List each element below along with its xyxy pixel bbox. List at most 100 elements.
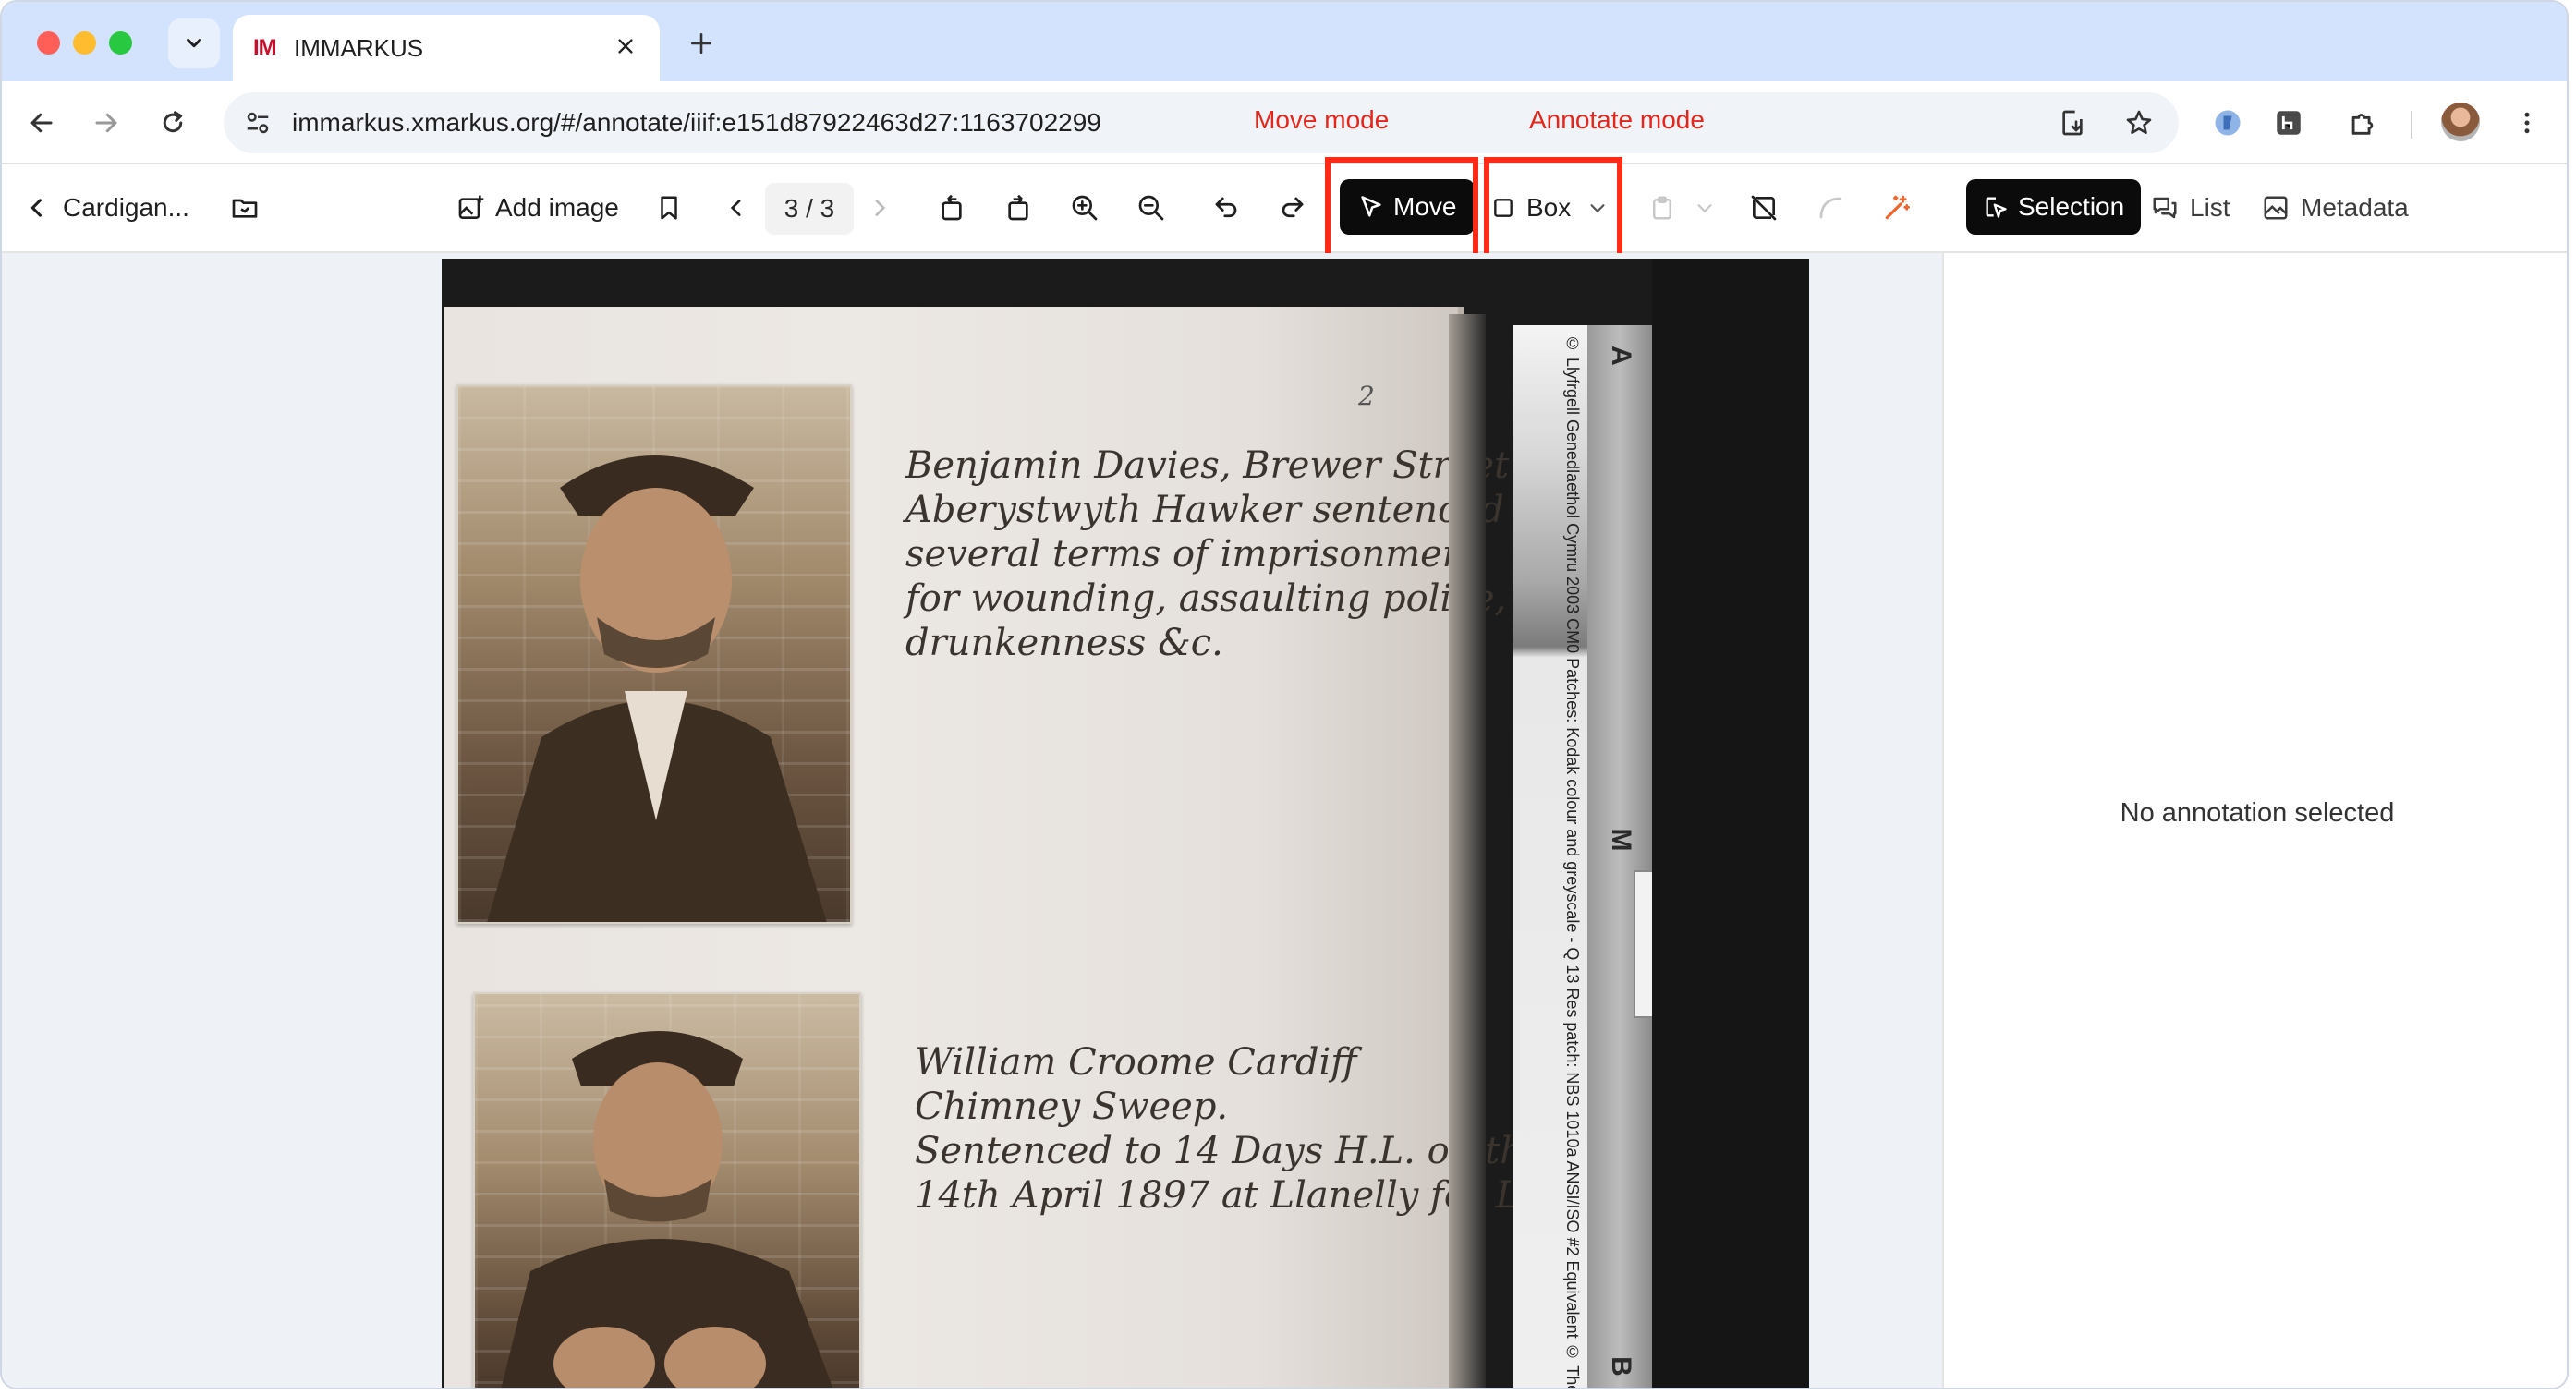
tab-title: IMMARKUS — [294, 33, 424, 62]
close-window-button[interactable] — [37, 31, 60, 55]
selection-tab[interactable]: Selection — [1966, 179, 2142, 235]
paste-dropdown[interactable] — [1682, 185, 1728, 231]
back-to-folder-button[interactable]: Cardigan... — [24, 185, 189, 231]
tab-strip: IM IMMARKUS — [2, 2, 2567, 81]
install-icon — [2062, 110, 2083, 136]
puzzle-icon — [2351, 114, 2374, 135]
redo-button[interactable] — [1270, 185, 1316, 231]
chevron-right-icon — [875, 200, 886, 216]
toolbar-divider — [2411, 111, 2412, 139]
back-button[interactable] — [17, 98, 67, 148]
profile-avatar[interactable] — [2441, 103, 2480, 141]
ledger-page: 2 Benjamin Davies, Brewer Aberystwyth Ha… — [444, 307, 1647, 1388]
add-image-button[interactable]: Add image — [456, 185, 619, 231]
previous-image-button[interactable] — [713, 185, 759, 231]
favicon: IM — [253, 35, 277, 60]
page-edge-shadow — [1449, 314, 1486, 1388]
browser-window: IM IMMARKUS immarkus.xmarkus.org/#/annot… — [0, 0, 2569, 1389]
close-tab-button[interactable] — [612, 32, 639, 64]
minimize-window-button[interactable] — [73, 31, 96, 55]
scan-background — [1652, 259, 1809, 1388]
plus-icon — [690, 32, 712, 55]
connector-tool-button[interactable] — [1807, 185, 1853, 231]
annotation-panel: No annotation selected — [1942, 253, 2567, 1388]
mugshot-photo-1 — [456, 384, 852, 924]
close-icon — [618, 39, 633, 54]
chevron-left-icon — [730, 200, 741, 216]
magic-wand-icon — [1885, 195, 1910, 220]
redo-icon — [1282, 197, 1304, 218]
add-image-label: Add image — [495, 193, 619, 222]
bookmark-star-button[interactable] — [2116, 100, 2162, 146]
curve-icon — [1819, 197, 1841, 219]
url-text[interactable]: immarkus.xmarkus.org/#/annotate/iiif:e15… — [292, 108, 1101, 138]
chevron-down-icon — [187, 38, 201, 48]
extensions-menu-button[interactable] — [2338, 98, 2388, 148]
measurement-ruler: A M B — [1587, 325, 1652, 1388]
new-tab-button[interactable] — [678, 20, 724, 67]
arrow-right-icon — [95, 113, 117, 133]
page-number: 2 — [1358, 381, 1375, 411]
portrait-figure-1 — [487, 455, 827, 922]
folder-button[interactable] — [222, 185, 268, 231]
extension-h-icon — [2277, 111, 2301, 135]
shape-off-icon — [1751, 195, 1777, 221]
extension-shield-icon — [2215, 110, 2241, 136]
zoom-in-icon — [1072, 195, 1098, 221]
list-tab[interactable]: List — [2151, 185, 2230, 231]
rotate-counterclockwise-button[interactable] — [929, 185, 975, 231]
reload-icon — [163, 111, 183, 133]
list-tab-label: List — [2190, 193, 2230, 222]
maximize-window-button[interactable] — [109, 31, 132, 55]
forward-button[interactable] — [81, 98, 131, 148]
site-info-button[interactable] — [229, 92, 286, 153]
bookmark-icon — [661, 196, 677, 220]
undo-icon — [1215, 197, 1237, 218]
metadata-tab[interactable]: Metadata — [2262, 185, 2409, 231]
bookmark-button[interactable] — [646, 185, 692, 231]
extension-button-1[interactable] — [2203, 98, 2253, 148]
undo-button[interactable] — [1203, 185, 1249, 231]
rotate-clockwise-button[interactable] — [995, 185, 1041, 231]
folder-name: Cardigan... — [63, 193, 189, 222]
arrow-left-icon — [30, 113, 53, 133]
navigation-bar: immarkus.xmarkus.org/#/annotate/iiif:e15… — [2, 81, 2567, 164]
chevron-down-icon — [1697, 204, 1712, 213]
paste-button[interactable] — [1639, 185, 1685, 231]
reload-button[interactable] — [148, 98, 198, 148]
browser-menu-button[interactable] — [2502, 98, 2552, 148]
extension-button-2[interactable] — [2264, 98, 2314, 148]
zoom-out-icon — [1138, 195, 1164, 221]
hide-annotations-button[interactable] — [1741, 185, 1787, 231]
zoom-out-button[interactable] — [1128, 185, 1174, 231]
move-mode-annotation: Move mode — [1254, 105, 1390, 134]
page-indicator: 3 / 3 — [765, 183, 854, 235]
address-bar[interactable]: immarkus.xmarkus.org/#/annotate/iiif:e15… — [224, 92, 2179, 153]
portrait-figure-2 — [501, 1031, 833, 1388]
ruler-label-a: A — [1606, 346, 1636, 366]
annotate-mode-annotation: Annotate mode — [1529, 105, 1705, 134]
folder-icon — [232, 199, 258, 218]
clipboard-icon — [1653, 196, 1671, 220]
rotate-right-icon — [1008, 194, 1028, 221]
colour-calibration-chart: © Llyfrgell Genedlaethol Cymru 2003 CM0 … — [1513, 325, 1700, 1388]
metadata-tab-label: Metadata — [2301, 193, 2409, 222]
image-icon — [2264, 196, 2288, 220]
install-app-button[interactable] — [2049, 100, 2096, 146]
image-plus-icon — [458, 195, 484, 219]
more-vertical-icon — [2524, 112, 2530, 134]
tab-search-button[interactable] — [168, 18, 220, 68]
smart-tool-button[interactable] — [1874, 185, 1920, 231]
move-mode-highlight — [1325, 157, 1478, 259]
rotate-left-icon — [942, 194, 962, 221]
selection-cursor-icon — [1986, 197, 2007, 218]
tune-icon — [247, 112, 269, 134]
next-image-button[interactable] — [857, 185, 903, 231]
browser-tab[interactable]: IM IMMARKUS — [233, 15, 660, 81]
zoom-in-button[interactable] — [1062, 185, 1108, 231]
ruler-label-m: M — [1606, 828, 1636, 852]
annotate-mode-highlight — [1484, 157, 1622, 259]
document-image[interactable]: 2 Benjamin Davies, Brewer Aberystwyth Ha… — [442, 259, 1809, 1388]
ruler-label-b: B — [1606, 1356, 1636, 1377]
empty-state-message: No annotation selected — [2120, 798, 2395, 828]
